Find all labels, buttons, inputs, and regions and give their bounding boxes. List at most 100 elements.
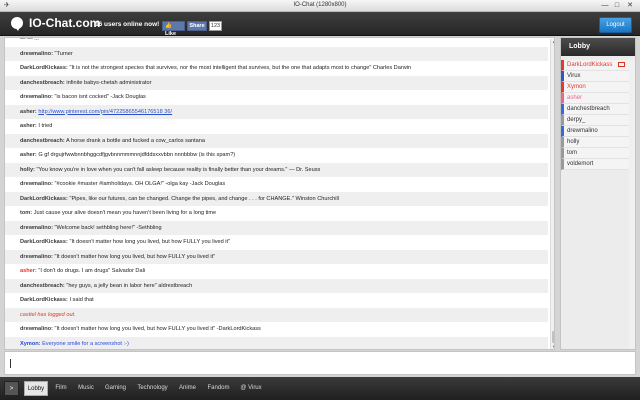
user-name: Xymon <box>567 84 586 90</box>
chat-message: tom: Just cause your alive doesn't mean … <box>5 206 548 221</box>
message-author[interactable]: drewmalino: <box>20 225 53 231</box>
chat-message: DarkLordKickass: I said that <box>5 293 548 308</box>
chat-message: drewmalino: "It doesn't matter how long … <box>5 249 548 264</box>
message-text: "I don't do drugs. I am drugs" Salvador … <box>38 268 146 274</box>
chat-message: drewmalino: "#cookie #master #iamholiday… <box>5 177 548 192</box>
room-tab[interactable]: Technology <box>133 381 172 396</box>
message-text: "You know you're in love when you can't … <box>36 166 321 173</box>
app-header: IO-Chat.com 16 users online now! 👍 Like … <box>0 12 640 37</box>
message-author[interactable]: asher: <box>20 123 37 129</box>
chat-message: asher: I tried <box>5 119 548 134</box>
maximize-button[interactable]: □ <box>612 1 622 10</box>
message-author[interactable]: danchestbreach: <box>20 283 65 289</box>
user-list-panel: Lobby DarkLordKickass Virux Xymon asher danc… <box>560 37 636 350</box>
user-list-item[interactable]: holly <box>561 137 635 148</box>
close-button[interactable]: ✕ <box>625 1 635 10</box>
user-list-item[interactable]: Xymon <box>561 82 635 93</box>
message-text: "It doesn't matter how long you lived, b… <box>54 253 216 260</box>
user-name: voldemort <box>567 161 594 167</box>
chat-message: drewmalino: "Welcome back! sethbling her… <box>5 220 548 235</box>
moderator-badge-icon <box>618 61 626 67</box>
message-author[interactable]: drewmalino: <box>20 94 53 100</box>
chat-log[interactable]: — — ... drewmalino: "Turner DarkLordKickas… <box>4 37 555 350</box>
scroll-down-icon[interactable]: ▼ <box>551 344 554 349</box>
user-name: danchestbreach <box>567 106 610 112</box>
message-author[interactable]: holly: <box>20 167 35 173</box>
chat-bubble-logo-icon <box>11 17 23 31</box>
system-message: castiel has logged out. <box>5 307 548 322</box>
message-author[interactable]: asher: <box>20 109 37 115</box>
message-text: "It is not the strongest species that su… <box>69 65 412 71</box>
message-text: "It doesn't matter how long you lived, b… <box>54 326 261 332</box>
logout-button[interactable]: Logout <box>599 17 632 33</box>
message-author[interactable]: asher: <box>20 268 37 274</box>
message-author[interactable]: drewmalino: <box>20 254 53 260</box>
message-author[interactable]: danchestbreach: <box>20 80 65 86</box>
user-list-item[interactable]: Virux <box>561 71 635 82</box>
message-text: Just cause your alive doesn't mean you h… <box>33 210 217 216</box>
user-list-item[interactable]: tom <box>561 148 635 159</box>
user-list-item[interactable]: asher <box>561 93 635 104</box>
chat-message: DarkLordKickass: "Pipes, like our future… <box>5 191 548 206</box>
facebook-like-button[interactable]: 👍 Like <box>162 21 185 37</box>
room-tab[interactable]: Fandom <box>203 381 234 396</box>
user-list-item[interactable]: danchestbreach <box>561 104 635 115</box>
message-author[interactable]: asher: <box>20 152 37 158</box>
user-list-scrollbar[interactable] <box>629 60 635 349</box>
user-name: Virux <box>567 73 581 79</box>
message-author[interactable]: tom: <box>20 210 32 216</box>
user-name: drewmalino <box>567 128 598 134</box>
user-list-item[interactable]: DarkLordKickass <box>561 60 635 71</box>
user-name: DarkLordKickass <box>567 62 613 68</box>
chat-message: danchestbreach: infinite babys-chetah ad… <box>5 75 548 90</box>
scroll-thumb[interactable] <box>552 331 554 343</box>
room-tab[interactable]: Music <box>74 381 98 396</box>
user-list: DarkLordKickass Virux Xymon asher danchestbr… <box>561 60 635 170</box>
tab-toggle-arrow[interactable]: > <box>4 381 19 396</box>
message-author[interactable]: danchestbreach: <box>20 138 65 144</box>
chat-message: drewmalino: "It doesn't matter how long … <box>5 322 548 337</box>
chat-message: danchestbreach: "hey guys, a jelly bean … <box>5 278 548 293</box>
chat-message: asher: http://www.pinterest.com/pin/4722… <box>5 104 548 119</box>
user-list-item[interactable]: drewmalino <box>561 126 635 137</box>
window-titlebar: ✈ IO-Chat (1280x800) — □ ✕ <box>0 0 640 12</box>
room-tab[interactable]: Film <box>50 381 72 396</box>
message-text: I said that <box>69 297 94 303</box>
room-tab[interactable]: Gaming <box>100 381 131 396</box>
room-tabs: > Lobby Film Music Gaming Technology Anime Fan… <box>0 377 640 400</box>
message-text: Everyone smile for a screenshot :-) <box>42 340 129 347</box>
user-list-item[interactable]: derpy_ <box>561 115 635 126</box>
chat-message: drewmalino: "is bacon isnt cocked" -Jack… <box>5 90 548 105</box>
message-link[interactable]: http://www.pinterest.com/pin/47225865546… <box>38 109 172 115</box>
message-text: — — ... <box>20 37 39 42</box>
message-text: "hey guys, a jelly bean in labor here" a… <box>66 282 193 289</box>
user-list-item[interactable]: voldemort <box>561 159 635 170</box>
scroll-up-icon[interactable]: ▲ <box>551 39 554 45</box>
user-name: asher <box>567 95 583 101</box>
message-author[interactable]: DarkLordKickass: <box>20 297 68 303</box>
room-tab[interactable]: @ Virux <box>236 381 266 396</box>
message-text: G gf drgujrfwwbnnbhggcdfjgvbnnmmmnnjdfdd… <box>38 152 236 158</box>
message-author[interactable]: drewmalino: <box>20 51 53 57</box>
user-name: derpy_ <box>567 117 586 123</box>
message-author[interactable]: DarkLordKickass: <box>20 65 68 71</box>
room-tab[interactable]: Anime <box>174 381 201 396</box>
message-author[interactable]: drewmalino: <box>20 181 53 187</box>
minimize-button[interactable]: — <box>600 1 610 10</box>
message-author[interactable]: DarkLordKickass: <box>20 239 68 245</box>
site-logo[interactable]: IO-Chat.com <box>29 16 100 30</box>
facebook-share-button[interactable]: Share <box>187 21 207 31</box>
chat-message: DarkLordKickass: "It doesn't matter how … <box>5 235 548 250</box>
chat-message: — — ... <box>5 37 548 47</box>
message-text: "#cookie #master #iamholidays. OH OLGA!"… <box>54 181 226 187</box>
chat-message: danchestbreach: A horse drank a bottle a… <box>5 133 548 148</box>
chat-message: asher: "I don't do drugs. I am drugs" Sa… <box>5 264 548 279</box>
room-tab[interactable]: Lobby <box>24 381 48 396</box>
message-author[interactable]: drewmalino: <box>20 326 53 332</box>
message-input[interactable] <box>4 351 636 375</box>
message-author[interactable]: Xymon: <box>20 341 41 347</box>
message-author[interactable]: DarkLordKickass: <box>20 196 68 202</box>
chat-message: holly: "You know you're in love when you… <box>5 162 548 177</box>
message-text: "Pipes, like our futures, can be changed… <box>69 195 339 202</box>
chat-scrollbar[interactable]: ▲ ▼ <box>550 39 554 349</box>
